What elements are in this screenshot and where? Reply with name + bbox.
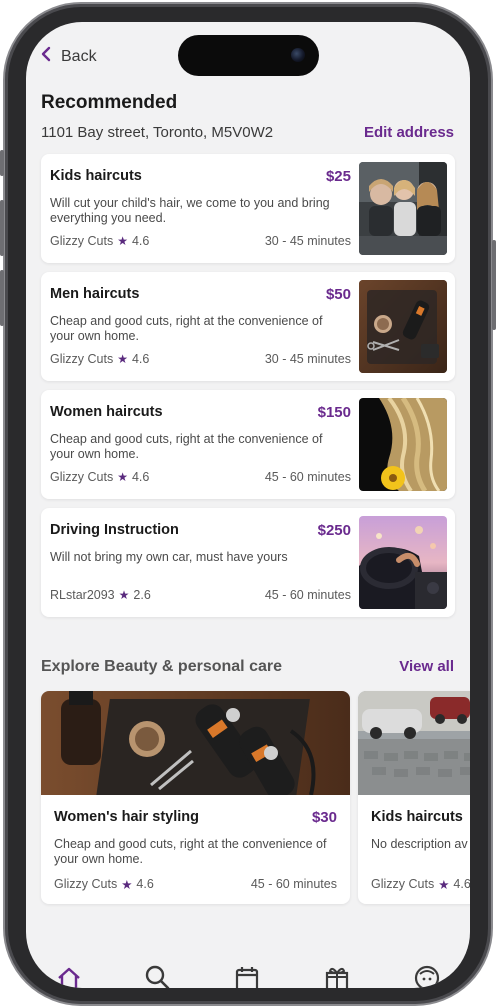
address-text: 1101 Bay street, Toronto, M5V0W2 [41,124,274,141]
service-duration: 45 - 60 minutes [264,470,351,484]
profile-icon[interactable] [414,964,440,988]
star-icon: ★ [117,352,128,366]
section-title: Explore Beauty & personal care [41,658,282,675]
service-duration: 45 - 60 minutes [264,588,351,602]
barber-kit-photo [41,691,350,795]
gift-icon[interactable] [324,964,350,988]
explore-card[interactable]: Women's hair styling $30 Cheap and good … [41,691,350,904]
provider-rating: Glizzy Cuts ★ 4.6 [50,352,149,366]
star-icon: ★ [438,878,450,892]
star-icon: ★ [117,470,128,484]
service-price: $30 [311,809,337,826]
service-price: $25 [325,168,351,185]
service-name: Kids haircuts [371,809,463,825]
service-description: Will not bring my own car, must have you… [50,550,288,564]
rating-value: 4.6 [136,877,154,891]
provider-rating: Glizzy Cuts ★ 4.6 [50,470,149,484]
star-icon: ★ [121,878,133,892]
service-description: Will cut your child's hair, we come to y… [50,196,330,225]
service-description: Cheap and good cuts, right at the conven… [50,314,323,343]
blonde-hair-photo [359,398,447,491]
star-icon: ★ [117,234,128,248]
explore-card[interactable]: Kids haircuts No description av Glizzy C… [358,691,470,904]
service-card[interactable]: Kids haircuts $25 Will cut your child's … [41,154,455,263]
rating-value: 4.6 [131,470,150,484]
service-card[interactable]: Women haircuts $150 Cheap and good cuts,… [41,390,455,499]
volume-up-button [0,200,4,256]
power-button [492,240,496,330]
star-icon: ★ [118,588,130,602]
rating-value: 4.6 [131,234,150,248]
service-name: Kids haircuts [50,168,142,184]
service-name: Men haircuts [50,286,140,302]
chevron-left-icon [40,46,51,67]
kids-photo [359,162,447,255]
service-price: $250 [317,522,351,539]
provider-rating: Glizzy Cuts ★ 4.6 [50,234,149,248]
calendar-icon[interactable] [234,964,260,988]
rating-value: 2.6 [133,588,151,602]
service-card[interactable]: Driving Instruction $250 Will not bring … [41,508,455,617]
search-icon[interactable] [144,964,170,988]
back-label: Back [61,47,97,65]
rating-value: 4.6 [131,352,150,366]
tab-bar [26,960,470,988]
provider-name: Glizzy Cuts [54,877,118,891]
service-description: Cheap and good cuts, right at the conven… [54,837,327,866]
barber-tools-photo [359,280,447,373]
service-price: $50 [325,286,351,303]
front-camera [291,48,305,62]
provider-name: Glizzy Cuts [50,470,114,484]
provider-name: RLstar2093 [50,588,115,602]
service-name: Women haircuts [50,404,163,420]
provider-name: Glizzy Cuts [50,234,114,248]
app-screen: Back Recommended 1101 Bay street, Toront… [26,22,470,988]
provider-rating: Glizzy Cuts ★ 4.6 [371,877,470,892]
home-icon[interactable] [56,964,82,988]
service-duration: 30 - 45 minutes [264,352,351,366]
service-name: Driving Instruction [50,522,179,538]
service-price: $150 [317,404,351,421]
back-button[interactable]: Back [40,46,97,67]
service-duration: 45 - 60 minutes [250,877,337,891]
driving-photo [359,516,447,609]
dynamic-island [178,35,319,76]
service-description: No description av [371,837,468,851]
provider-rating: Glizzy Cuts ★ 4.6 [54,877,154,892]
service-name: Women's hair styling [54,809,199,825]
street-cars-photo [358,691,470,795]
rating-value: 4.6 [453,877,470,891]
page-title: Recommended [41,92,178,113]
provider-rating: RLstar2093 ★ 2.6 [50,588,151,602]
volume-down-button [0,270,4,326]
service-description: Cheap and good cuts, right at the conven… [50,432,323,461]
service-card[interactable]: Men haircuts $50 Cheap and good cuts, ri… [41,272,455,381]
provider-name: Glizzy Cuts [50,352,114,366]
mute-switch [0,150,4,176]
view-all-link[interactable]: View all [399,658,454,675]
service-duration: 30 - 45 minutes [264,234,351,248]
provider-name: Glizzy Cuts [371,877,435,891]
edit-address-link[interactable]: Edit address [364,124,454,141]
